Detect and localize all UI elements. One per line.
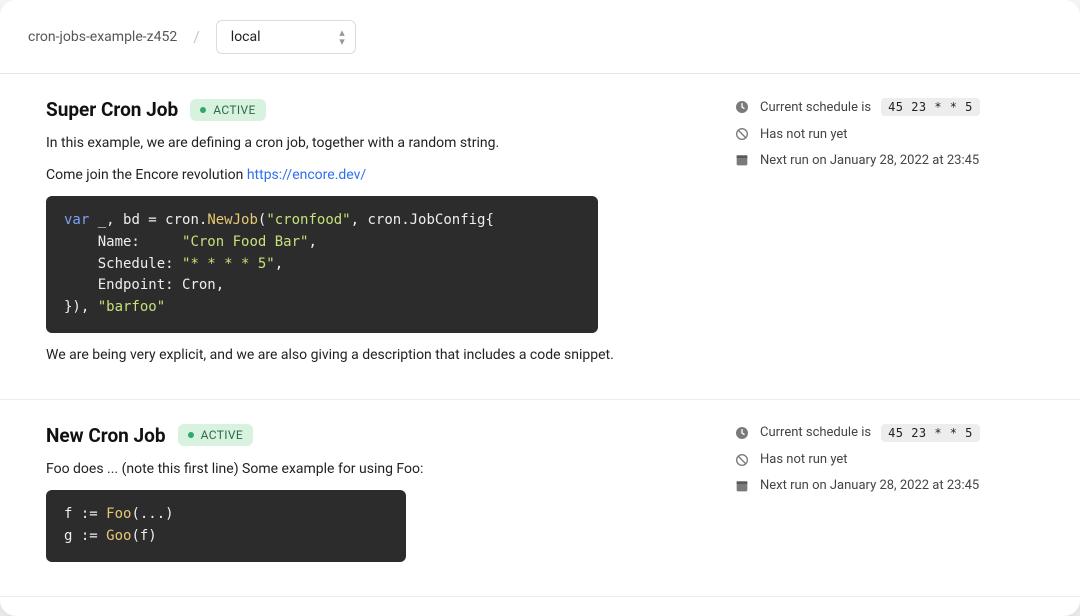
status-dot-icon <box>200 107 206 113</box>
run-state-row: Has not run yet <box>734 452 1034 468</box>
run-state-row: Has not run yet <box>734 126 1034 142</box>
status-badge: ACTIVE <box>190 99 265 121</box>
schedule-row: Current schedule is 45 23 * * 5 <box>734 98 1034 116</box>
next-run-text: Next run on January 28, 2022 at 23:45 <box>760 478 979 493</box>
job-description-line: We are being very explicit, and we are a… <box>46 345 694 367</box>
job-title: New Cron Job <box>46 424 166 447</box>
run-state-text: Has not run yet <box>760 127 848 142</box>
external-link[interactable]: https://encore.dev/ <box>247 167 366 183</box>
calendar-icon <box>734 152 750 168</box>
job-description-text: Come join the Encore revolution <box>46 167 247 183</box>
status-dot-icon <box>188 432 194 438</box>
jobs-list: Super Cron Job ACTIVE In this example, w… <box>0 74 1080 616</box>
job-description-line: In this example, we are defining a cron … <box>46 133 694 155</box>
environment-selected-label: local <box>231 29 261 45</box>
schedule-label: Current schedule is <box>760 100 871 115</box>
job-card: Super Cron Job ACTIVE In this example, w… <box>0 74 1080 400</box>
schedule-expression: 45 23 * * 5 <box>881 424 980 442</box>
schedule-label: Current schedule is <box>760 425 871 440</box>
chevron-updown-icon: ▴▾ <box>339 28 345 46</box>
no-entry-icon <box>734 126 750 142</box>
next-run-text: Next run on January 28, 2022 at 23:45 <box>760 153 979 168</box>
job-title: Super Cron Job <box>46 98 178 121</box>
job-side: Current schedule is 45 23 * * 5 Has not … <box>734 98 1034 377</box>
job-description-line: Come join the Encore revolution https://… <box>46 165 694 187</box>
job-side: Current schedule is 45 23 * * 5 Has not … <box>734 424 1034 574</box>
schedule-expression: 45 23 * * 5 <box>881 98 980 116</box>
calendar-icon <box>734 478 750 494</box>
schedule-row: Current schedule is 45 23 * * 5 <box>734 424 1034 442</box>
code-snippet: f := Foo(...) g := Goo(f) <box>46 490 406 561</box>
job-main: Super Cron Job ACTIVE In this example, w… <box>46 98 694 377</box>
status-label: ACTIVE <box>201 428 243 442</box>
status-label: ACTIVE <box>213 103 255 117</box>
topbar: cron-jobs-example-z452 / local ▴▾ <box>0 0 1080 74</box>
status-badge: ACTIVE <box>178 424 253 446</box>
job-description-line: Foo does ... (note this first line) Some… <box>46 459 694 481</box>
next-run-row: Next run on January 28, 2022 at 23:45 <box>734 478 1034 494</box>
environment-select[interactable]: local ▴▾ <box>216 20 356 54</box>
run-state-text: Has not run yet <box>760 452 848 467</box>
job-card: New Cron Job ACTIVE Foo does ... (note t… <box>0 400 1080 597</box>
next-run-row: Next run on January 28, 2022 at 23:45 <box>734 152 1034 168</box>
job-card: Cron Foo Bar Bazz REMOVED This is a cron… <box>0 597 1080 616</box>
no-entry-icon <box>734 452 750 468</box>
job-main: New Cron Job ACTIVE Foo does ... (note t… <box>46 424 694 574</box>
app-shell: cron-jobs-example-z452 / local ▴▾ Super … <box>0 0 1080 616</box>
breadcrumb-project[interactable]: cron-jobs-example-z452 <box>28 29 177 45</box>
breadcrumb-separator: / <box>193 27 200 46</box>
clock-icon <box>734 425 750 441</box>
code-snippet: var _, bd = cron.NewJob("cronfood", cron… <box>46 196 598 332</box>
clock-icon <box>734 99 750 115</box>
